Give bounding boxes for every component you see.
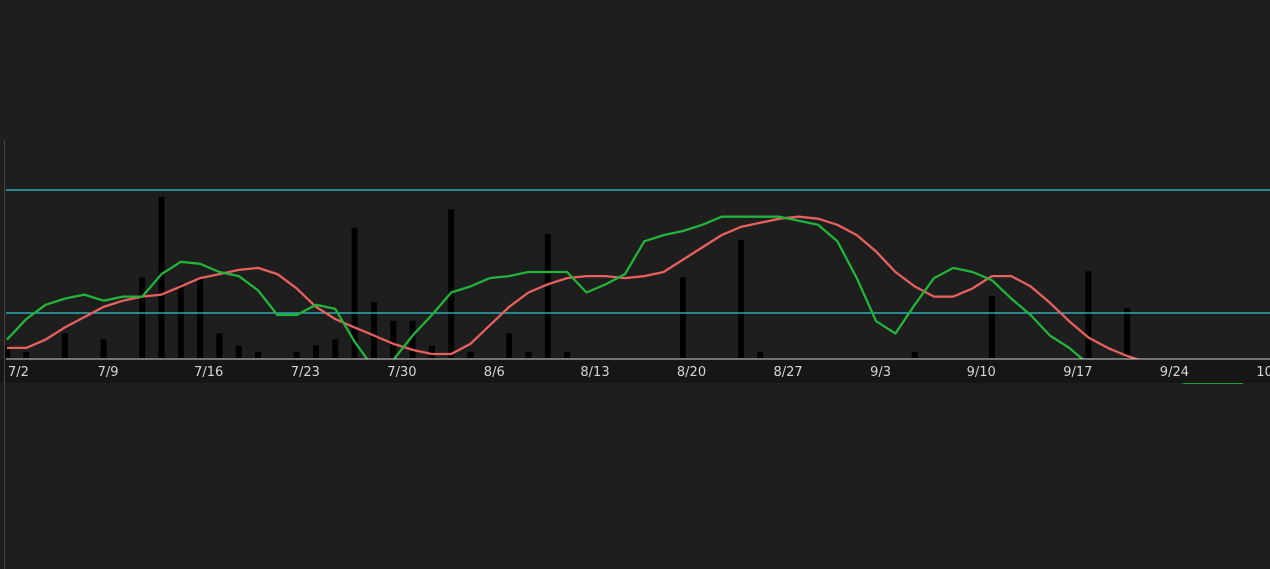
volume-bar — [564, 351, 571, 358]
x-tick-label: 9/17 — [1063, 365, 1092, 380]
x-tick-label: 8/20 — [677, 365, 706, 380]
volume-bar — [737, 240, 744, 358]
volume-bar — [61, 333, 68, 358]
x-tick-label: 8/27 — [774, 365, 803, 380]
x-tick-label: 10/1 — [1256, 365, 1270, 380]
volume-bar — [757, 351, 764, 358]
volume-bar — [255, 351, 262, 358]
volume-bar — [679, 277, 686, 358]
volume-bar — [100, 339, 107, 358]
volume-bar — [448, 209, 455, 358]
x-tick-label: 8/13 — [580, 365, 609, 380]
chart-canvas: 7/2 7/9 7/16 7/23 7/30 8/6 8/13 8/20 8/27 9/3 9/10… — [0, 0, 1270, 569]
volume-bar — [23, 351, 30, 358]
volume-bar — [544, 234, 551, 358]
volume-bar — [506, 333, 513, 358]
x-tick-label: 9/10 — [967, 365, 996, 380]
x-tick-label: 7/16 — [194, 365, 223, 380]
x-tick-label: 8/6 — [484, 365, 505, 380]
volume-bar — [467, 351, 474, 358]
volume-bar — [1085, 271, 1092, 358]
volume-bar — [390, 320, 397, 358]
volume-bar — [911, 351, 918, 358]
x-tick-label: 7/30 — [387, 365, 416, 380]
volume-bar — [525, 351, 532, 358]
volume-bar — [216, 333, 223, 358]
x-tick-label: 7/2 — [8, 365, 29, 380]
volume-bar — [235, 345, 242, 358]
volume-bar — [197, 277, 204, 358]
volume-bar — [177, 283, 184, 358]
volume-bar — [313, 345, 319, 358]
x-tick-label: 9/3 — [870, 365, 891, 380]
volume-bar — [428, 345, 435, 358]
volume-bar — [332, 339, 339, 358]
volume-bar — [293, 351, 300, 358]
chart-background — [0, 0, 1270, 569]
stochastic-chart: 7/2 7/9 7/16 7/23 7/30 8/6 8/13 8/20 8/27 9/3 9/10… — [0, 0, 1270, 569]
volume-bar — [370, 302, 377, 358]
x-tick-label: 7/9 — [98, 365, 119, 380]
volume-bar — [988, 296, 995, 358]
x-tick-label: 7/23 — [291, 365, 320, 380]
x-tick-label: 9/24 — [1160, 365, 1189, 380]
volume-bar — [1124, 308, 1131, 358]
volume-bar — [139, 277, 146, 358]
